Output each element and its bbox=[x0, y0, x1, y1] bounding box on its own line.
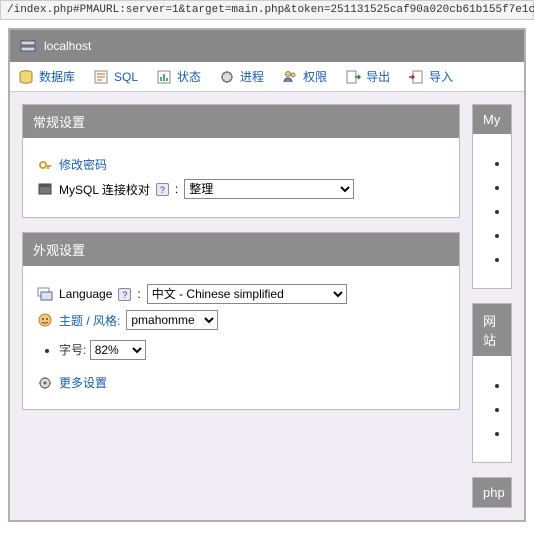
server-icon bbox=[20, 38, 36, 54]
general-settings-panel: 常规设置 修改密码 MySQL 连接校对 ? : 整理 bbox=[22, 104, 460, 218]
tab-label: 状态 bbox=[177, 68, 201, 85]
language-icon bbox=[37, 286, 53, 302]
tab-label: 进程 bbox=[240, 68, 264, 85]
tab-label: SQL bbox=[114, 70, 138, 84]
sql-icon bbox=[93, 69, 109, 85]
settings-icon bbox=[37, 375, 53, 391]
colon: : bbox=[137, 287, 140, 301]
collation-icon bbox=[37, 181, 53, 197]
server-bar: localhost bbox=[10, 30, 524, 62]
more-settings-link[interactable]: 更多设置 bbox=[59, 374, 107, 391]
panel-title: 网站 bbox=[473, 304, 511, 356]
nav-tabs: 数据库 SQL 状态 进程 权限 导出 导入 bbox=[10, 62, 524, 92]
fontsize-select[interactable]: 82% bbox=[90, 340, 146, 360]
url-bar[interactable]: /index.php#PMAURL:server=1&target=main.p… bbox=[0, 0, 534, 20]
tab-export[interactable]: 导出 bbox=[345, 68, 390, 85]
fontsize-label: 字号: bbox=[59, 343, 86, 357]
tab-sql[interactable]: SQL bbox=[93, 69, 138, 85]
privileges-icon bbox=[282, 69, 298, 85]
main-frame: localhost 数据库 SQL 状态 进程 权限 导出 导入 bbox=[8, 28, 526, 522]
theme-select[interactable]: pmahomme bbox=[126, 310, 218, 330]
help-icon[interactable]: ? bbox=[118, 288, 131, 301]
tab-status[interactable]: 状态 bbox=[156, 68, 201, 85]
phpmyadmin-panel: php bbox=[472, 477, 512, 508]
collation-label: MySQL 连接校对 bbox=[59, 181, 150, 198]
password-icon bbox=[37, 157, 53, 173]
import-icon bbox=[408, 69, 424, 85]
tab-processes[interactable]: 进程 bbox=[219, 68, 264, 85]
collation-select[interactable]: 整理 bbox=[184, 179, 354, 199]
tab-databases[interactable]: 数据库 bbox=[18, 68, 75, 85]
tab-import[interactable]: 导入 bbox=[408, 68, 453, 85]
status-icon bbox=[156, 69, 172, 85]
language-select[interactable]: 中文 - Chinese simplified bbox=[147, 284, 347, 304]
panel-title: 常规设置 bbox=[23, 105, 459, 138]
webserver-panel: 网站 bbox=[472, 303, 512, 463]
tab-label: 导出 bbox=[366, 68, 390, 85]
fontsize-row: 字号: 82% bbox=[59, 340, 445, 360]
server-name: localhost bbox=[44, 39, 91, 53]
change-password-link[interactable]: 修改密码 bbox=[59, 156, 107, 173]
colon: : bbox=[175, 182, 178, 196]
database-icon bbox=[18, 69, 34, 85]
tab-label: 权限 bbox=[303, 68, 327, 85]
help-icon[interactable]: ? bbox=[156, 183, 169, 196]
processes-icon bbox=[219, 69, 235, 85]
tab-label: 数据库 bbox=[39, 68, 75, 85]
panel-title: 外观设置 bbox=[23, 233, 459, 266]
tab-label: 导入 bbox=[429, 68, 453, 85]
language-label: Language bbox=[59, 287, 112, 301]
appearance-settings-panel: 外观设置 Language ? : 中文 - Chinese simplifie… bbox=[22, 232, 460, 410]
panel-title: php bbox=[473, 478, 511, 507]
theme-label[interactable]: 主题 / 风格: bbox=[59, 312, 120, 329]
mysql-panel: My bbox=[472, 104, 512, 289]
export-icon bbox=[345, 69, 361, 85]
panel-title: My bbox=[473, 105, 511, 134]
theme-icon bbox=[37, 312, 53, 328]
tab-privileges[interactable]: 权限 bbox=[282, 68, 327, 85]
